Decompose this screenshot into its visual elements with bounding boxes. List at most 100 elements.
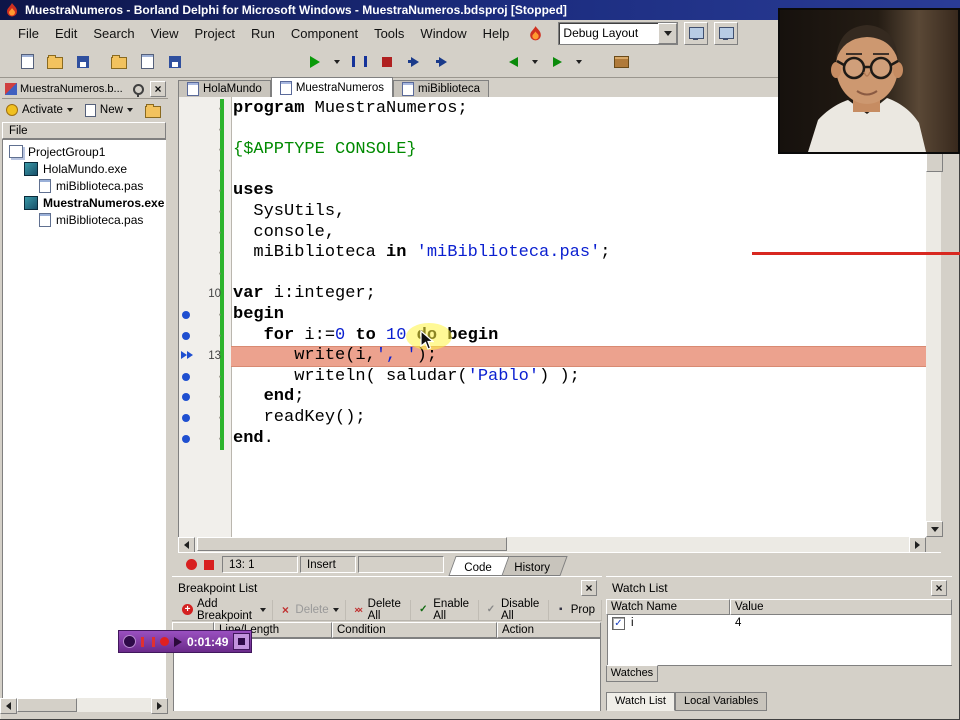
tab-history[interactable]: History	[497, 556, 567, 576]
scroll-thumb[interactable]	[17, 698, 77, 712]
dropdown-caret-icon	[576, 59, 582, 64]
combo-dropdown-icon[interactable]	[658, 22, 678, 44]
menu-window[interactable]: Window	[412, 23, 474, 44]
insert-mode-indicator: Insert	[300, 556, 356, 573]
exe-icon	[24, 195, 38, 210]
desktop-layout-combo[interactable]: Debug Layout	[558, 21, 679, 45]
pause-icon[interactable]	[141, 636, 155, 647]
delete-all-icon	[352, 604, 364, 615]
menu-component[interactable]: Component	[283, 23, 366, 44]
tree-item-holamundo-exe[interactable]: HolaMundo.exe	[3, 160, 166, 177]
menu-run[interactable]: Run	[243, 23, 283, 44]
scroll-right-button[interactable]	[151, 698, 168, 714]
scroll-left-button[interactable]	[178, 537, 195, 553]
new-button[interactable]: New	[81, 102, 137, 119]
prop-button[interactable]: Prop	[549, 599, 603, 620]
add-file-button[interactable]	[134, 48, 160, 75]
file-column-header[interactable]: File	[2, 122, 166, 139]
activate-dropdown-icon[interactable]	[66, 108, 73, 112]
tree-item-projectgroup1[interactable]: ProjectGroup1	[3, 143, 166, 160]
package-button[interactable]	[608, 48, 634, 75]
tab-code[interactable]: Code	[448, 556, 510, 576]
tab-muestranumeros[interactable]: MuestraNumeros	[270, 77, 394, 97]
scroll-right-button[interactable]	[909, 537, 926, 553]
watch-checkbox[interactable]	[612, 616, 625, 630]
disable-all-button[interactable]: Disable All	[479, 598, 549, 622]
project-panel-close-button[interactable]	[150, 81, 166, 97]
editor-vscrollbar[interactable]	[926, 97, 943, 537]
tree-item-mibiblioteca-pas[interactable]: miBiblioteca.pas	[3, 211, 166, 228]
tree-item-muestranumeros-exe[interactable]: MuestraNumeros.exe	[3, 194, 166, 211]
open-file-button[interactable]	[42, 48, 68, 75]
scroll-thumb[interactable]	[197, 537, 507, 551]
detach-button[interactable]	[233, 633, 251, 650]
step-over-button[interactable]	[402, 48, 428, 75]
toolbar-group	[500, 48, 586, 75]
scroll-left-button[interactable]	[0, 698, 17, 714]
navigate-forward-button[interactable]	[544, 48, 570, 75]
tab-mibiblioteca[interactable]: miBiblioteca	[393, 80, 490, 97]
watch-name-column[interactable]: Watch Name	[606, 599, 730, 615]
menu-file[interactable]: File	[10, 23, 47, 44]
remove-button[interactable]	[141, 101, 165, 120]
breakpoint-panel-titlebar[interactable]: Breakpoint List	[172, 579, 602, 597]
save-all-button[interactable]	[162, 48, 188, 75]
delete-all-button[interactable]: Delete All	[346, 598, 412, 622]
add-breakpoint-button[interactable]: Add Breakpoint	[176, 598, 274, 622]
menu-search[interactable]: Search	[85, 23, 142, 44]
tab-watches[interactable]: Watches	[606, 665, 658, 682]
tab-local-variables[interactable]: Local Variables	[674, 692, 768, 711]
code-area[interactable]: · program MuestraNumeros; · · {$APPTYPE CONS…	[179, 97, 926, 537]
record-indicator-icon[interactable]	[186, 559, 197, 570]
code-line: miBiblioteca in 'miBiblioteca.pas';	[233, 243, 611, 263]
editor-hscrollbar[interactable]	[178, 537, 926, 553]
menu-view[interactable]: View	[143, 23, 187, 44]
gutter-dot: ·	[216, 328, 224, 343]
bp-column-action[interactable]: Action	[497, 622, 601, 638]
set-debug-desktop-button[interactable]	[714, 21, 739, 45]
stop-indicator-icon[interactable]	[204, 560, 214, 570]
dropdown-caret-icon	[332, 607, 339, 612]
delete-button[interactable]: Delete	[273, 599, 346, 620]
tree-item-mibiblioteca-pas[interactable]: miBiblioteca.pas	[3, 177, 166, 194]
code-editor[interactable]: · program MuestraNumeros; · · {$APPTYPE CONS…	[178, 97, 926, 537]
watch-panel-close-button[interactable]	[931, 580, 947, 596]
project-panel-header[interactable]: MuestraNumeros.b...	[2, 80, 168, 99]
value-column[interactable]: Value	[730, 599, 952, 615]
menu-help[interactable]: Help	[475, 23, 518, 44]
enable-all-button[interactable]: Enable All	[411, 598, 479, 622]
menu-project[interactable]: Project	[187, 23, 243, 44]
menu-tools[interactable]: Tools	[366, 23, 412, 44]
play-icon[interactable]	[174, 636, 182, 647]
tab-watch-list[interactable]: Watch List	[606, 692, 675, 711]
navigate-back-button[interactable]	[500, 48, 526, 75]
run-button[interactable]	[302, 48, 328, 75]
toolbar-group	[608, 48, 634, 75]
project-tree-hscrollbar[interactable]	[0, 698, 168, 714]
project-panel-icon	[5, 83, 17, 95]
menu-edit[interactable]: Edit	[47, 23, 85, 44]
trace-into-button[interactable]	[430, 48, 456, 75]
pin-icon[interactable]	[133, 83, 144, 97]
navigate-forward-dropdown-button[interactable]	[572, 48, 586, 75]
breakpoint-panel-close-button[interactable]	[581, 580, 597, 596]
new-dropdown-icon[interactable]	[126, 108, 133, 112]
program-reset-button[interactable]	[374, 48, 400, 75]
navigate-back-dropdown-button[interactable]	[528, 48, 542, 75]
watch-row[interactable]: i 4	[608, 615, 951, 631]
dropdown-caret-icon	[334, 59, 340, 64]
run-dropdown-button[interactable]	[330, 48, 344, 75]
save-desktop-button[interactable]	[684, 21, 709, 45]
tab-holamundo[interactable]: HolaMundo	[178, 80, 271, 97]
pause-button[interactable]	[346, 48, 372, 75]
knob-icon[interactable]	[123, 635, 136, 648]
save-file-button[interactable]	[70, 48, 96, 75]
bp-column-condition[interactable]: Condition	[332, 622, 497, 638]
watch-panel-titlebar[interactable]: Watch List	[606, 579, 952, 597]
record-icon[interactable]	[160, 637, 169, 646]
new-file-button[interactable]	[14, 48, 40, 75]
scroll-down-button[interactable]	[926, 521, 943, 537]
watch-list-panel: Watch List Watch Name Value i 4 Watches …	[606, 576, 952, 713]
activate-button[interactable]: Activate	[2, 102, 77, 118]
open-project-button[interactable]	[106, 48, 132, 75]
